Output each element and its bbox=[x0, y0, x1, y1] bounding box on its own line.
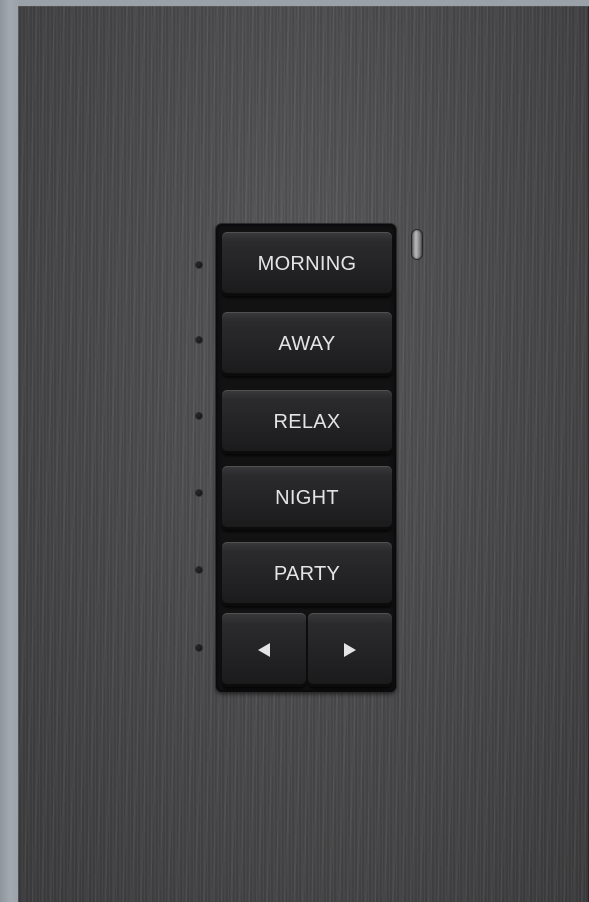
led-indicator-6 bbox=[196, 645, 202, 651]
scene-button-label: PARTY bbox=[273, 562, 341, 585]
raise-lower-rocker bbox=[222, 613, 392, 687]
led-indicator-2 bbox=[196, 337, 202, 343]
scene-button-morning[interactable]: MORNING bbox=[222, 232, 392, 296]
led-indicator-5 bbox=[196, 567, 202, 573]
lower-button[interactable] bbox=[222, 613, 306, 687]
scene-button-away[interactable]: AWAY bbox=[222, 312, 392, 376]
scene-button-night[interactable]: NIGHT bbox=[222, 466, 392, 530]
scene-button-label: AWAY bbox=[278, 332, 336, 355]
led-indicator-3 bbox=[196, 413, 202, 419]
led-indicator-4 bbox=[196, 490, 202, 496]
scene-button-label: MORNING bbox=[257, 252, 357, 275]
led-indicator-1 bbox=[196, 262, 202, 268]
scene-button-label: NIGHT bbox=[275, 486, 339, 509]
scene-button-relax[interactable]: RELAX bbox=[222, 390, 392, 454]
scene-button-party[interactable]: PARTY bbox=[222, 542, 392, 606]
raise-button[interactable] bbox=[308, 613, 392, 687]
light-sensor-icon bbox=[412, 230, 422, 259]
screen: MORNING AWAY RELAX NIGHT PARTY bbox=[0, 0, 589, 902]
scene-button-label: RELAX bbox=[273, 410, 341, 433]
arrow-right-icon bbox=[344, 643, 356, 657]
arrow-left-icon bbox=[258, 643, 270, 657]
